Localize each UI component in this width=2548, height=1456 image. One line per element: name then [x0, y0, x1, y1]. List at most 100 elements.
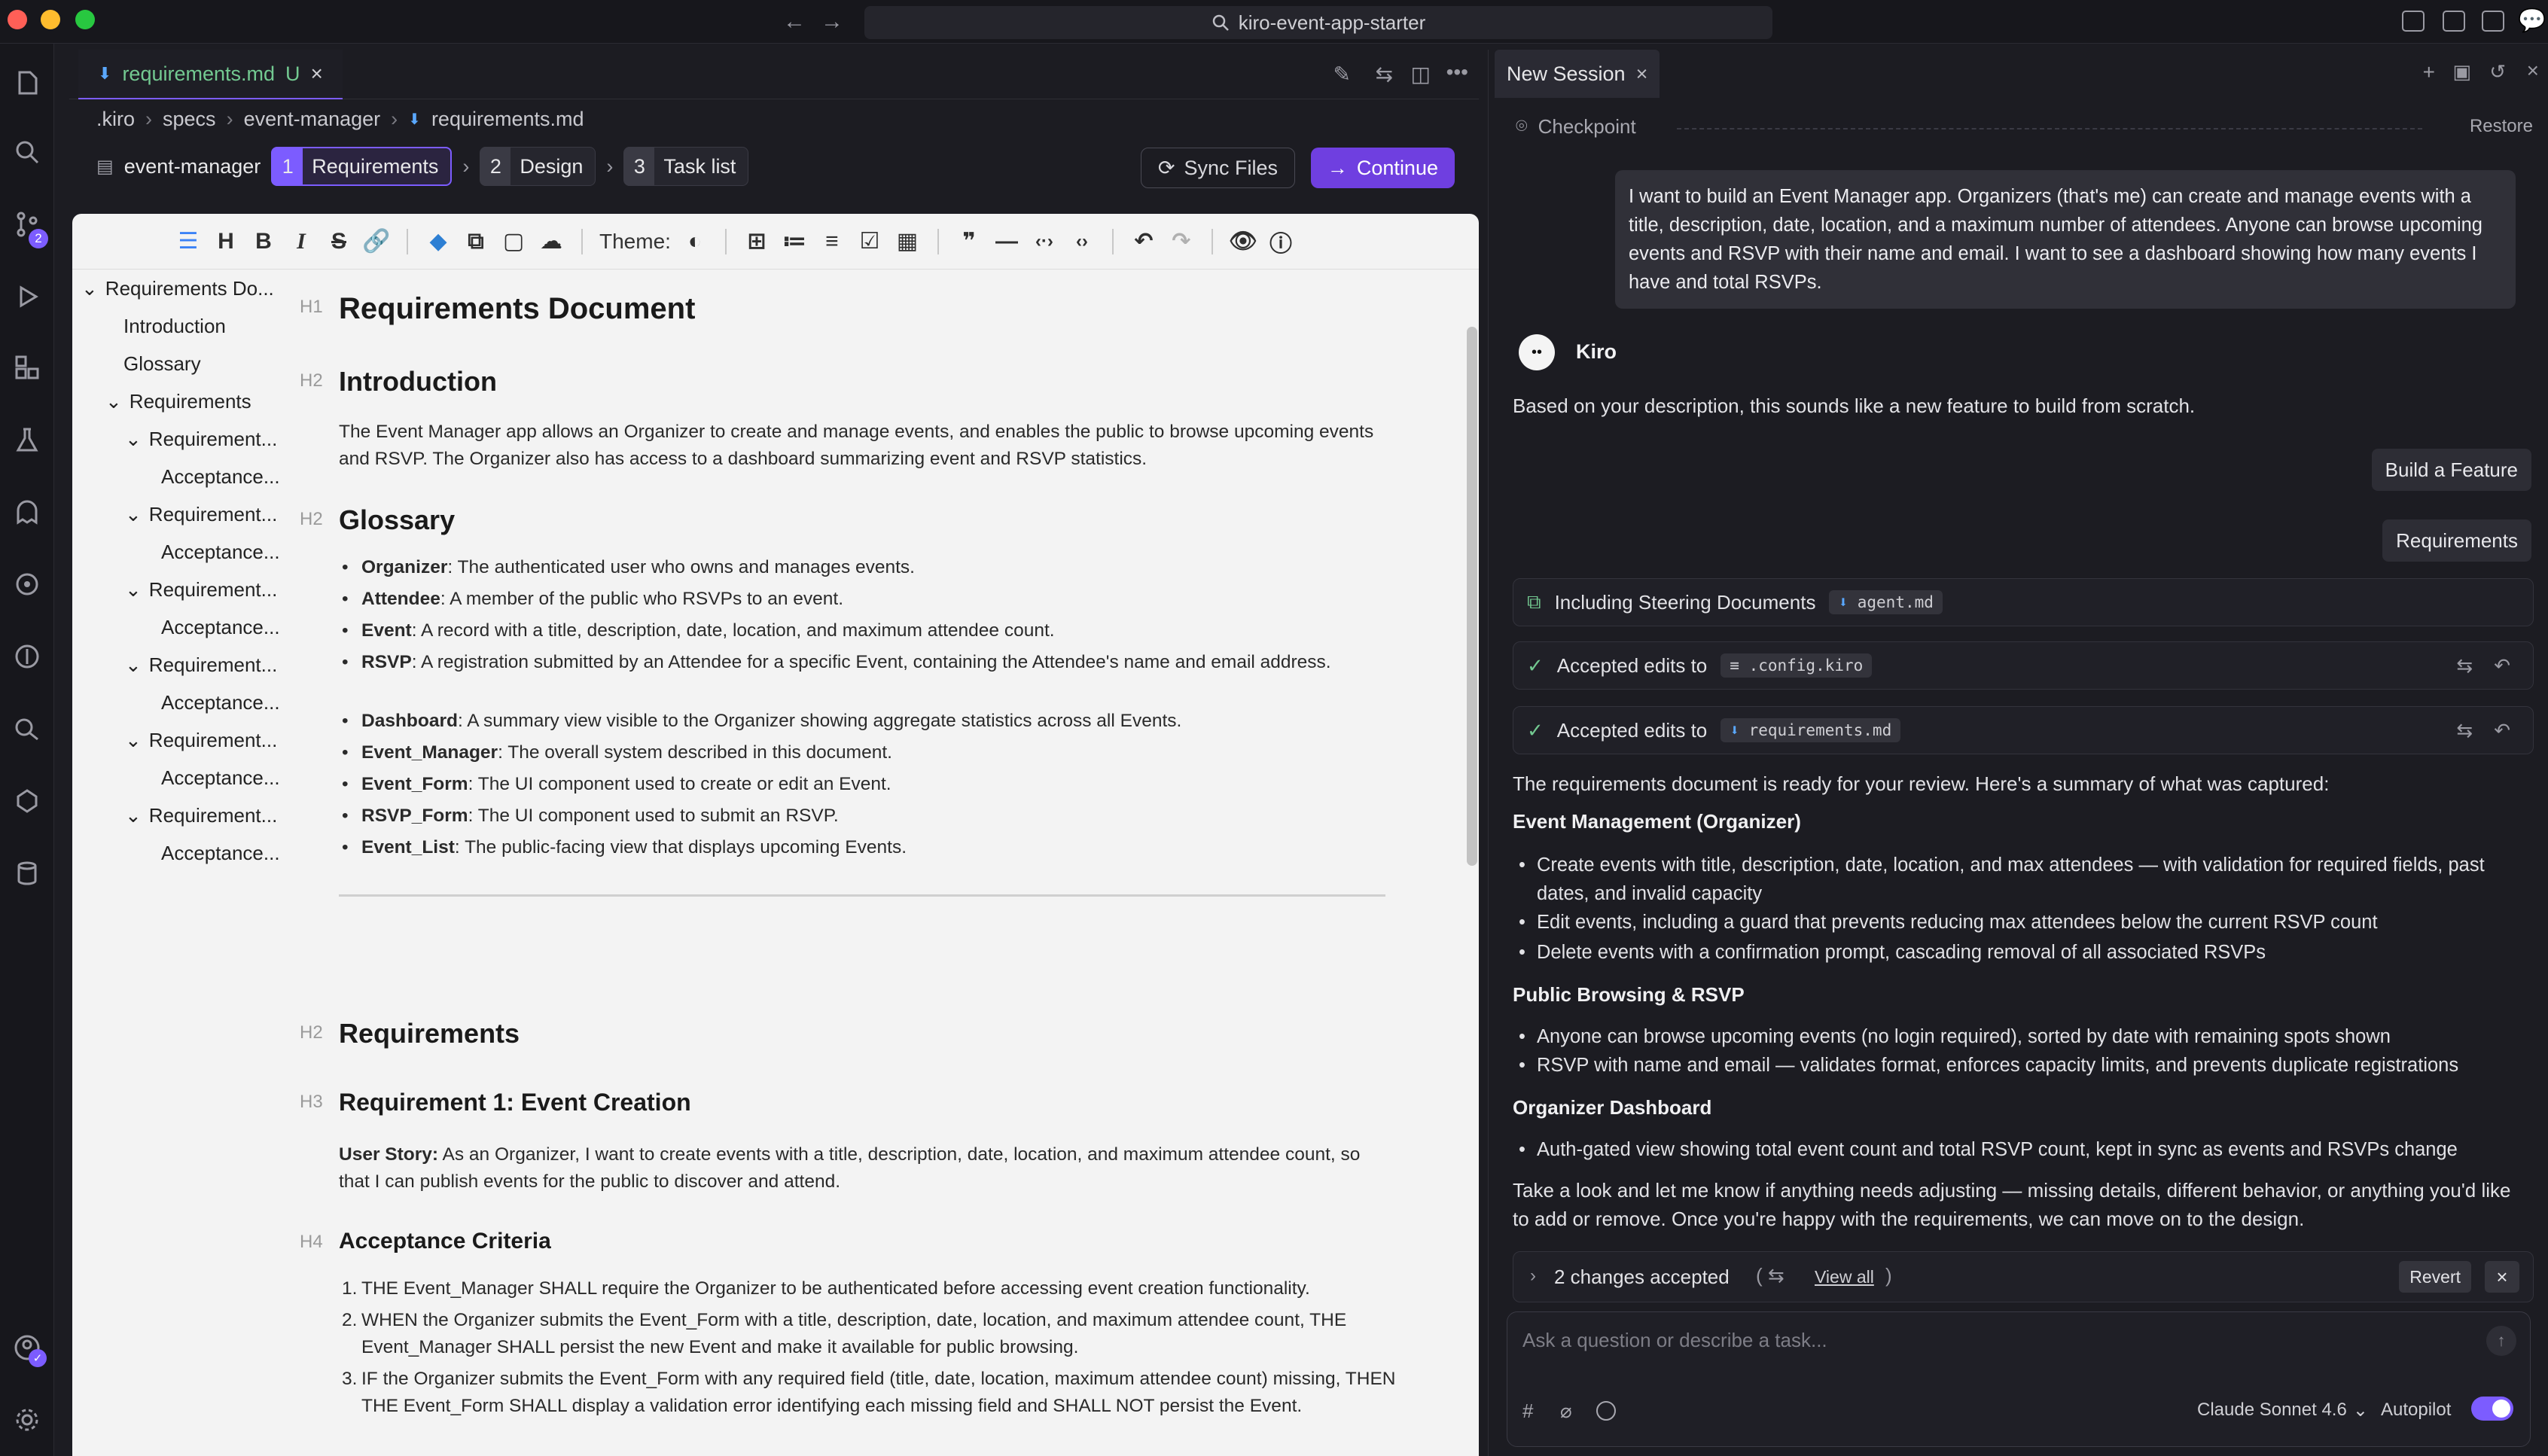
theme-palette-icon[interactable]: ◐: [681, 228, 709, 255]
split-editor-icon[interactable]: ◫: [1411, 62, 1431, 87]
chat-input-placeholder[interactable]: Ask a question or describe a task...: [1522, 1329, 1827, 1352]
settings-gear-icon[interactable]: [12, 1405, 42, 1435]
outline-item-acceptance[interactable]: Acceptance...: [161, 766, 280, 790]
bold-icon[interactable]: B: [250, 228, 277, 255]
vscode-icon[interactable]: ◆: [425, 228, 452, 255]
zoom-window-button[interactable]: [75, 10, 95, 29]
command-search-box[interactable]: kiro-event-app-starter: [864, 6, 1772, 39]
edited-file-chip[interactable]: ≡ .config.kiro: [1721, 653, 1873, 678]
help-icon[interactable]: ⓘ: [1267, 228, 1294, 257]
outline-item-requirement[interactable]: ⌄ Requirement...: [125, 428, 277, 451]
revert-button[interactable]: Revert: [2399, 1261, 2471, 1293]
redo-icon[interactable]: ↷: [1168, 228, 1195, 255]
database-icon[interactable]: [12, 858, 42, 888]
sync-files-button[interactable]: ⟳ Sync Files: [1140, 148, 1295, 188]
agent-hooks-icon[interactable]: [12, 569, 42, 599]
forward-arrow-icon[interactable]: →: [821, 9, 843, 35]
more-actions-icon[interactable]: •••: [1446, 60, 1468, 84]
view-diff-icon[interactable]: ⇆: [2456, 654, 2473, 678]
table-icon[interactable]: ▦: [894, 228, 921, 255]
outline-item-acceptance[interactable]: Acceptance...: [161, 691, 280, 714]
preview-eye-icon[interactable]: 👁: [1229, 228, 1257, 255]
checkbox-icon[interactable]: ☑: [856, 228, 883, 255]
step-design[interactable]: 2 Design: [480, 147, 596, 186]
horizontal-rule-icon[interactable]: —: [993, 228, 1020, 255]
open-changes-icon[interactable]: ⇆: [1376, 62, 1393, 87]
copy-icon[interactable]: ⧉: [462, 228, 489, 255]
steering-card[interactable]: ⧉ Including Steering Documents ⬇ agent.m…: [1513, 578, 2534, 626]
close-window-button[interactable]: [8, 10, 27, 29]
outline-item-requirement[interactable]: ⌄ Requirement...: [125, 503, 277, 526]
accepted-edits-card[interactable]: ✓ Accepted edits to ≡ .config.kiro ⇆ ↶: [1513, 641, 2534, 690]
export-pdf-icon[interactable]: ▢: [500, 228, 527, 255]
strikethrough-icon[interactable]: S: [325, 228, 352, 255]
insert-image-icon[interactable]: ⊞: [743, 228, 770, 255]
undo-edit-icon[interactable]: ↶: [2494, 654, 2510, 678]
new-session-icon[interactable]: +: [2423, 60, 2435, 84]
view-diff-icon[interactable]: ⇆: [2456, 719, 2473, 742]
layout-customize-icon[interactable]: [2402, 11, 2425, 32]
continue-button[interactable]: → Continue: [1310, 148, 1455, 188]
step-requirements[interactable]: 1 Requirements: [271, 147, 453, 186]
chat-icon[interactable]: 💬: [2518, 8, 2546, 34]
outline-item-root[interactable]: ⌄ Requirements Do...: [81, 277, 274, 300]
breadcrumb-item[interactable]: requirements.md: [431, 108, 584, 131]
link-icon[interactable]: 🔗: [362, 228, 390, 255]
outline-item-acceptance[interactable]: Acceptance...: [161, 616, 280, 639]
step-task-list[interactable]: 3 Task list: [623, 147, 749, 186]
status-circle-icon[interactable]: [1596, 1401, 1616, 1421]
align-icon[interactable]: ☰: [175, 228, 202, 255]
run-debug-icon[interactable]: [12, 282, 42, 312]
outline-item-acceptance[interactable]: Acceptance...: [161, 842, 280, 865]
context-hash-icon[interactable]: #: [1522, 1400, 1533, 1423]
send-arrow-icon[interactable]: ↑: [2486, 1326, 2516, 1356]
testing-flask-icon[interactable]: [12, 425, 42, 455]
heading-icon[interactable]: H: [212, 228, 239, 255]
code-block-icon[interactable]: ‹›: [1068, 228, 1096, 255]
restore-link[interactable]: Restore: [2470, 116, 2533, 137]
outline-item-requirement[interactable]: ⌄ Requirement...: [125, 729, 277, 752]
session-tab[interactable]: New Session ×: [1495, 50, 1660, 98]
undo-icon[interactable]: ↶: [1130, 228, 1157, 255]
accepted-edits-card[interactable]: ✓ Accepted edits to ⬇ requirements.md ⇆ …: [1513, 706, 2534, 754]
outline-item-requirement[interactable]: ⌄ Requirement...: [125, 804, 277, 827]
view-all-link[interactable]: View all: [1815, 1267, 1874, 1287]
search-icon[interactable]: [12, 137, 42, 167]
kiro-ghost-icon[interactable]: [12, 497, 42, 527]
powers-icon[interactable]: [12, 786, 42, 816]
italic-icon[interactable]: I: [288, 228, 315, 255]
back-arrow-icon[interactable]: ←: [783, 9, 806, 35]
minimize-window-button[interactable]: [41, 10, 60, 29]
edited-file-chip[interactable]: ⬇ requirements.md: [1721, 718, 1901, 742]
mcp-servers-icon[interactable]: [12, 714, 42, 744]
toggle-sidebar-icon[interactable]: [2443, 11, 2465, 32]
toggle-panel-icon[interactable]: [2482, 11, 2504, 32]
chat-input-box[interactable]: Ask a question or describe a task... ↑ #…: [1507, 1311, 2531, 1447]
undo-edit-icon[interactable]: ↶: [2494, 719, 2510, 742]
editor-tab-requirements[interactable]: ⬇ requirements.md U ×: [78, 50, 343, 99]
dismiss-changes-icon[interactable]: ×: [2485, 1261, 2519, 1293]
model-selector[interactable]: Claude Sonnet 4.6 ⌄: [2197, 1400, 2368, 1421]
outline-item-glossary[interactable]: Glossary: [123, 352, 201, 376]
document-scrollbar[interactable]: [1467, 327, 1477, 866]
close-session-icon[interactable]: ×: [1636, 62, 1648, 86]
close-panel-icon[interactable]: ×: [2527, 59, 2539, 83]
numbered-list-icon[interactable]: ≡: [818, 228, 846, 255]
edit-pencil-icon[interactable]: ✎: [1333, 62, 1351, 87]
close-tab-icon[interactable]: ×: [311, 62, 323, 86]
bullet-list-icon[interactable]: ≔: [781, 228, 808, 255]
autopilot-toggle[interactable]: [2471, 1397, 2513, 1421]
chevron-right-icon[interactable]: ›: [1530, 1266, 1536, 1287]
history-icon[interactable]: ↺: [2489, 60, 2506, 84]
outline-item-introduction[interactable]: Introduction: [123, 315, 226, 338]
git-graph-icon[interactable]: [12, 641, 42, 672]
outline-item-requirement[interactable]: ⌄ Requirement...: [125, 578, 277, 602]
outline-item-requirements[interactable]: ⌄ Requirements: [105, 390, 251, 413]
steering-file-chip[interactable]: ⬇ agent.md: [1829, 590, 1943, 614]
outline-item-acceptance[interactable]: Acceptance...: [161, 465, 280, 489]
session-list-icon[interactable]: ▣: [2452, 60, 2471, 84]
outline-item-requirement[interactable]: ⌄ Requirement...: [125, 653, 277, 677]
breadcrumb-item[interactable]: specs: [163, 108, 216, 131]
breadcrumb-item[interactable]: event-manager: [244, 108, 381, 131]
cloud-upload-icon[interactable]: ☁: [538, 228, 565, 255]
